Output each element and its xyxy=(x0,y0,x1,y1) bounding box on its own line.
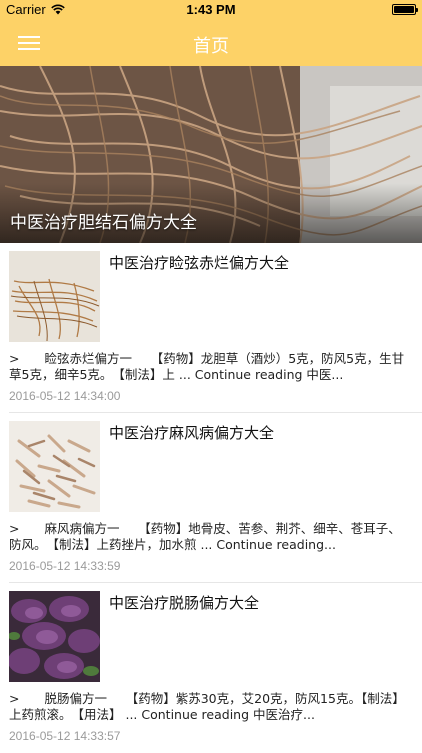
article-title: 中医治疗脱肠偏方大全 xyxy=(109,594,260,612)
hero-title: 中医治疗胆结石偏方大全 xyxy=(10,213,197,233)
article-title: 中医治疗睑弦赤烂偏方大全 xyxy=(109,254,290,272)
article-item[interactable]: 中医治疗麻风病偏方大全 > 麻风病偏方一 【药物】地骨皮、苦参、荆芥、细辛、苍耳… xyxy=(0,413,422,583)
battery-icon xyxy=(392,4,418,15)
article-item[interactable]: 中医治疗脱肠偏方大全 > 脱肠偏方一 【药物】紫苏30克，艾20克，防风15克。… xyxy=(0,583,422,753)
article-date: 2016-05-12 14:33:59 xyxy=(9,559,121,573)
hero-banner[interactable]: 中医治疗胆结石偏方大全 xyxy=(0,66,422,243)
article-thumbnail xyxy=(9,421,100,512)
article-excerpt: > 脱肠偏方一 【药物】紫苏30克，艾20克，防风15克。【制法】上药煎滚。 【… xyxy=(9,691,405,722)
status-bar: Carrier 1:43 PM xyxy=(0,0,422,20)
article-date: 2016-05-12 14:34:00 xyxy=(9,389,121,403)
status-time: 1:43 PM xyxy=(186,2,236,17)
article-thumbnail xyxy=(9,251,100,342)
nav-bar: 首页 xyxy=(0,20,422,66)
article-excerpt: > 睑弦赤烂偏方一 【药物】龙胆草（酒炒）5克，防风5克，生甘草5克，细辛5克。… xyxy=(9,351,405,382)
article-title: 中医治疗麻风病偏方大全 xyxy=(109,424,275,442)
article-thumbnail xyxy=(9,591,100,682)
status-right xyxy=(392,4,418,15)
article-date: 2016-05-12 14:33:57 xyxy=(9,729,121,743)
page-title: 首页 xyxy=(193,36,229,57)
article-excerpt: > 麻风病偏方一 【药物】地骨皮、苦参、荆芥、细辛、苍耳子、防风。 【制法】上药… xyxy=(9,521,401,552)
article-item[interactable]: 中医治疗睑弦赤烂偏方大全 > 睑弦赤烂偏方一 【药物】龙胆草（酒炒）5克，防风5… xyxy=(0,243,422,413)
